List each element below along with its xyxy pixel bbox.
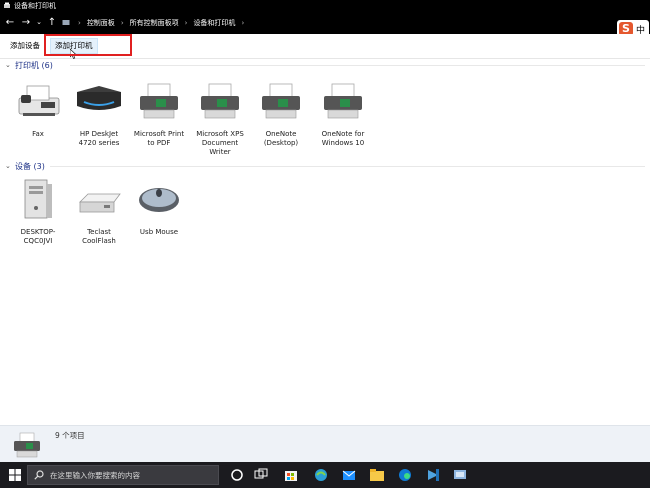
printer-item-onenote-desktop[interactable]: OneNote (Desktop) <box>252 80 310 148</box>
control-panel-icon[interactable] <box>451 466 469 484</box>
title-bar: 设备和打印机 <box>0 0 650 12</box>
recent-locations-button[interactable]: ⌄ <box>33 16 45 29</box>
breadcrumb-separator: › <box>120 19 124 27</box>
search-placeholder: 在这里输入你要搜索的内容 <box>50 471 140 480</box>
search-icon <box>34 470 44 480</box>
mail-icon[interactable] <box>340 466 358 484</box>
printers-group-title: 打印机 (6) <box>15 60 53 70</box>
inkjet-printer-icon <box>77 86 121 110</box>
window-title: 设备和打印机 <box>14 2 56 10</box>
breadcrumb-separator: › <box>78 19 81 27</box>
forward-button[interactable]: → <box>20 16 32 29</box>
devices-printers-icon <box>14 432 40 458</box>
printer-item-onenote-win10[interactable]: OneNote for Windows 10 <box>314 80 372 148</box>
item-count: 9 个项目 <box>55 431 85 440</box>
printer-label: Fax <box>32 130 44 138</box>
file-explorer-icon[interactable] <box>368 466 386 484</box>
computer-tower-icon <box>24 179 52 219</box>
breadcrumb-control-panel[interactable]: 控制面板 <box>85 18 117 28</box>
printer-item-hp-deskjet[interactable]: HP DeskJet 4720 series <box>70 80 128 148</box>
printer-label: OneNote for Windows 10 <box>321 130 365 147</box>
printer-item-ms-xps[interactable]: Microsoft XPS Document Writer <box>191 80 249 157</box>
printer-label: HP DeskJet 4720 series <box>78 130 120 147</box>
breadcrumb-devices-printers[interactable]: 设备和打印机 <box>191 18 237 28</box>
device-label: Teclast CoolFlash <box>82 228 116 245</box>
printer-item-fax[interactable]: Fax <box>9 80 67 139</box>
address-bar: ← → ⌄ ↑ › 控制面板 › 所有控制面板项 › 设备和打印机 › S 中 <box>0 12 650 38</box>
printer-label: OneNote (Desktop) <box>263 130 299 147</box>
printer-icon <box>324 83 362 119</box>
breadcrumb-separator: › <box>241 19 245 27</box>
devices-printers-icon <box>4 2 10 8</box>
device-item-teclast[interactable]: Teclast CoolFlash <box>70 178 128 246</box>
chevron-down-icon: ⌄ <box>5 162 11 170</box>
store-icon[interactable] <box>282 466 300 484</box>
device-label: Usb Mouse <box>139 228 179 236</box>
usb-drive-icon <box>79 193 121 213</box>
back-button[interactable]: ← <box>4 16 16 29</box>
edge-browser-icon[interactable] <box>396 466 414 484</box>
fax-icon <box>18 85 60 116</box>
device-item-usb-mouse[interactable]: Usb Mouse <box>130 178 188 237</box>
printer-icon <box>262 83 300 119</box>
edge-icon[interactable] <box>312 466 330 484</box>
breadcrumb-all-items[interactable]: 所有控制面板项 <box>128 18 181 28</box>
vscode-icon[interactable] <box>424 466 442 484</box>
details-pane: 9 个项目 <box>0 425 650 463</box>
task-view-icon[interactable] <box>252 466 270 484</box>
printer-icon <box>140 83 178 119</box>
control-panel-icon <box>62 20 70 25</box>
up-button[interactable]: ↑ <box>46 16 58 29</box>
windows-start-icon[interactable] <box>9 469 21 481</box>
cortana-icon[interactable] <box>228 466 246 484</box>
printer-label: Microsoft XPS Document Writer <box>196 130 244 156</box>
taskbar-search-input[interactable]: 在这里输入你要搜索的内容 <box>27 465 219 485</box>
divider <box>70 65 645 66</box>
device-item-desktop[interactable]: DESKTOP-CQC0JVI <box>9 178 67 246</box>
breadcrumb: › 控制面板 › 所有控制面板项 › 设备和打印机 › <box>62 17 248 29</box>
mouse-icon <box>139 188 179 212</box>
chevron-down-icon: ⌄ <box>5 61 11 69</box>
highlight-box <box>44 34 132 56</box>
printer-item-ms-print-pdf[interactable]: Microsoft Print to PDF <box>130 80 188 148</box>
printer-icon <box>201 83 239 119</box>
device-label: DESKTOP-CQC0JVI <box>20 228 56 245</box>
devices-group-title: 设备 (3) <box>15 161 45 171</box>
devices-group-header[interactable]: ⌄ 设备 (3) <box>5 160 45 172</box>
divider <box>50 166 645 167</box>
printer-label: Microsoft Print to PDF <box>133 130 185 147</box>
printers-group-header[interactable]: ⌄ 打印机 (6) <box>5 59 53 71</box>
taskbar: 在这里输入你要搜索的内容 <box>0 462 650 488</box>
add-device-button[interactable]: 添加设备 <box>10 40 40 52</box>
breadcrumb-separator: › <box>184 19 188 27</box>
